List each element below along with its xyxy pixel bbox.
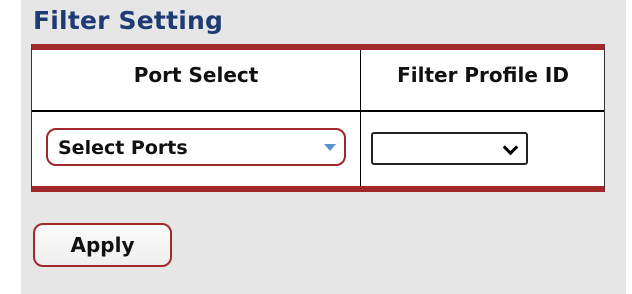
column-header-filter-profile-id: Filter Profile ID <box>397 63 569 87</box>
apply-button[interactable]: Apply <box>33 223 172 267</box>
section-title: Filter Setting <box>33 6 224 35</box>
chevron-down-icon <box>502 139 519 156</box>
filter-profile-id-select[interactable] <box>371 132 528 165</box>
filter-setting-table: Port Select Filter Profile ID Select Por… <box>31 44 605 192</box>
column-divider <box>360 50 361 186</box>
column-header-port-select: Port Select <box>133 63 259 87</box>
port-select-label: Select Ports <box>58 137 188 159</box>
header-divider <box>32 110 604 112</box>
port-select-dropdown[interactable]: Select Ports <box>46 128 346 166</box>
triangle-down-icon <box>324 144 336 151</box>
